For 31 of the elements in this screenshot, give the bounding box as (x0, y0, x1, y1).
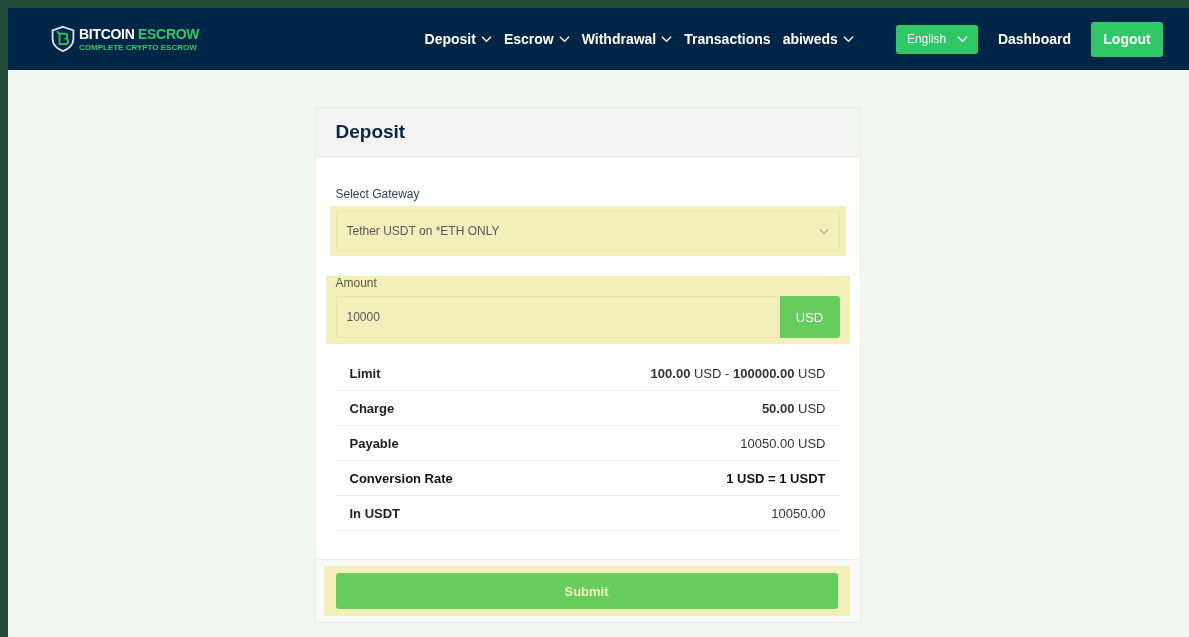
nav-menu-item[interactable]: Deposit (424, 31, 492, 47)
gateway-select[interactable]: Tether USDT on *ETH ONLY (335, 211, 840, 251)
field-label: Select Gateway (335, 187, 421, 201)
card-title: Deposit (335, 121, 406, 143)
row-value: 1 USD = 1 USDT (726, 470, 826, 486)
currency-addon: USD (779, 296, 840, 338)
nav-menu-item[interactable]: Escrow (503, 31, 570, 47)
shield-logo-icon (50, 24, 76, 54)
row-label: In USDT (349, 505, 401, 521)
chevron-down-icon (661, 35, 673, 43)
nav-menu-item[interactable]: abiweds (782, 31, 854, 47)
brand-name: BITCOIN ESCROW (79, 25, 200, 42)
amount-input[interactable]: 10000 (335, 296, 780, 338)
chevron-down-icon (842, 35, 854, 43)
row-value: 50.00 USD (761, 400, 826, 416)
chevron-down-icon (956, 35, 968, 43)
row-label: Payable (349, 435, 399, 451)
chevron-down-icon (480, 35, 492, 43)
row-label: Conversion Rate (349, 470, 453, 486)
chevron-down-icon (818, 227, 829, 235)
row-label: Charge (349, 400, 395, 416)
field-label: Amount (335, 276, 378, 290)
nav-menu-item[interactable]: Withdrawal (581, 31, 673, 47)
row-value: 10050.00 (771, 505, 826, 521)
chevron-down-icon (558, 35, 570, 43)
nav-menu-item[interactable]: Transactions (684, 31, 771, 47)
brand-tagline: COMPLETE CRYPTO ESCROW (79, 42, 198, 52)
row-value: 10050.00 USD (740, 435, 826, 451)
row-value: 100.00 USD - 100000.00 USD (650, 365, 826, 381)
row-label: Limit (349, 365, 381, 381)
dashboard-link[interactable]: Dashboard (997, 31, 1071, 47)
